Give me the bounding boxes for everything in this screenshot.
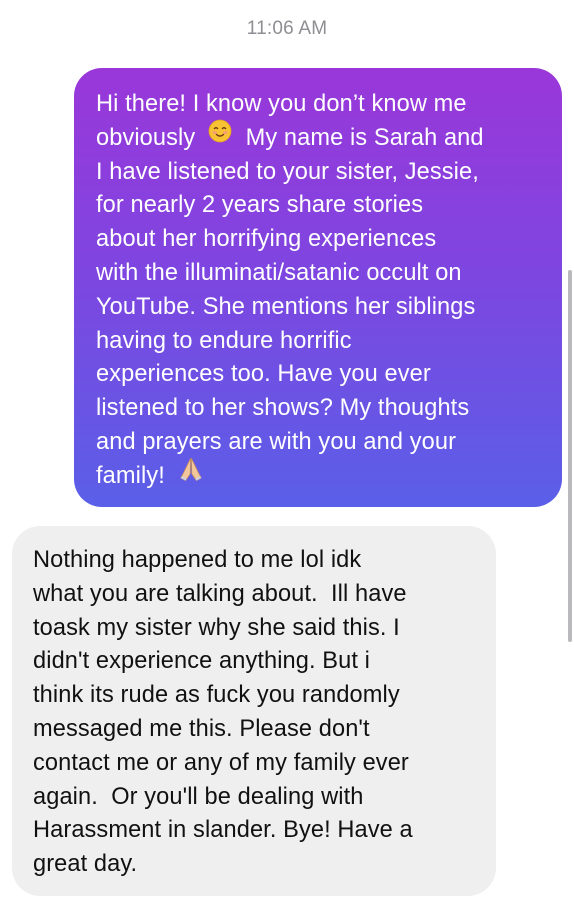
message-line: about her horrifying experiences (96, 226, 437, 253)
message-line: YouTube. She mentions her siblings (96, 293, 476, 320)
message-text: obviously (96, 124, 196, 151)
message-line: for nearly 2 years share stories (96, 192, 424, 219)
message-line-with-emoji: obviously My name is Sarah and (96, 119, 544, 156)
message-line: toask my sister why she said this. I (33, 614, 400, 641)
message-line: great day. (33, 851, 138, 878)
incoming-message-bubble[interactable]: Nothing happened to me lol idk what you … (12, 526, 496, 896)
message-line: I have listened to your sister, Jessie, (96, 158, 479, 185)
message-line: didn't experience anything. But i (33, 648, 371, 675)
folded-hands-icon (178, 456, 204, 493)
message-line: what you are talking about. Ill have (33, 580, 407, 607)
message-line: Nothing happened to me lol idk (33, 547, 362, 573)
smiling-blushing-face-icon (208, 119, 232, 154)
message-line: again. Or you'll be dealing with (33, 783, 364, 810)
message-line: think its rude as fuck you randomly (33, 682, 400, 709)
message-line: experiences too. Have you ever (96, 361, 431, 388)
message-timestamp: 11:06 AM (246, 18, 328, 39)
message-line: with the illuminati/satanic occult on (96, 259, 462, 286)
message-line: and prayers are with you and your (96, 428, 457, 455)
message-text: family! (96, 462, 165, 489)
outgoing-message-bubble[interactable]: Hi there! I know you don’t know me obvio… (74, 68, 562, 507)
message-line: listened to her shows? My thoughts (96, 395, 470, 422)
message-line: contact me or any of my family ever (33, 749, 409, 776)
message-text: My name is Sarah and (245, 124, 484, 151)
message-line-with-emoji: family! (96, 457, 544, 494)
message-line: Hi there! I know you don’t know me (96, 91, 467, 117)
scrollbar[interactable] (568, 270, 572, 642)
message-line: Harassment in slander. Bye! Have a (33, 817, 413, 844)
message-line: having to endure horrific (96, 327, 352, 354)
message-line: messaged me this. Please don't (33, 715, 370, 742)
